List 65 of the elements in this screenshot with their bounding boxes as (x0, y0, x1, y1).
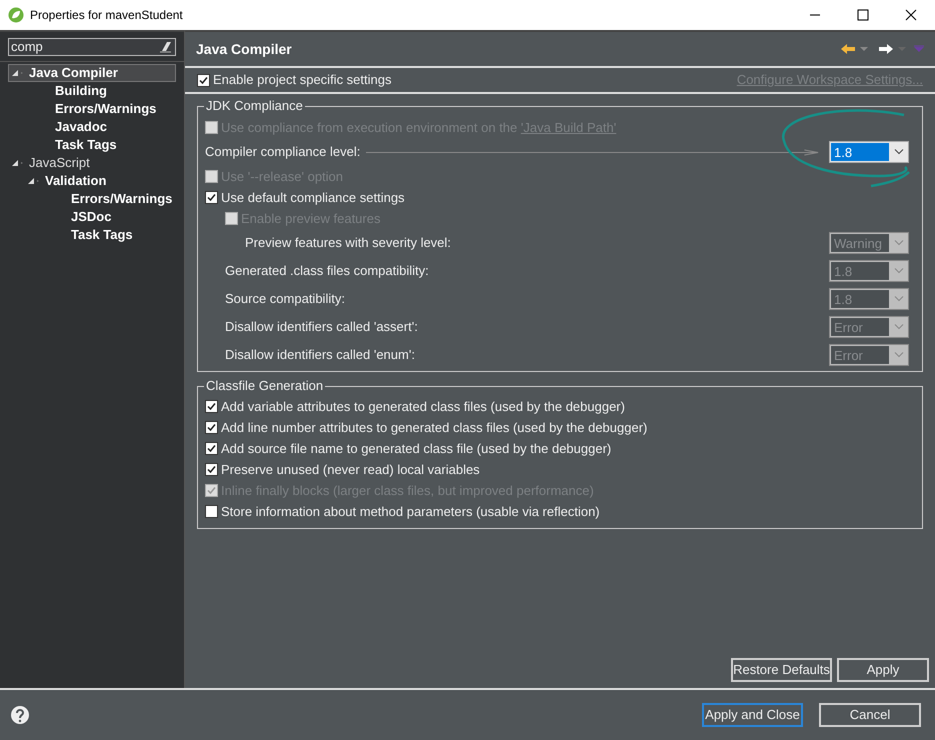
tree-item-label: Building (55, 82, 107, 100)
chevron-down-icon (894, 352, 904, 358)
checkbox-label: Add variable attributes to generated class files (used by the debugger) (221, 398, 625, 416)
field-label: Compiler compliance level: (205, 143, 360, 162)
tree-item-label: Task Tags (71, 226, 133, 244)
back-arrow-icon[interactable] (840, 43, 856, 55)
tree-item-label: Validation (45, 172, 106, 190)
maximize-icon[interactable] (857, 9, 869, 21)
tree-item[interactable]: Javadoc (8, 118, 176, 136)
dropdown[interactable]: 1.8 (829, 141, 909, 163)
close-icon[interactable] (905, 9, 917, 21)
checkbox[interactable] (205, 505, 218, 518)
dialog-button[interactable]: Apply (837, 658, 929, 682)
checkbox[interactable] (205, 442, 218, 455)
expanded-arrow-icon[interactable] (11, 68, 25, 78)
tree-item-label: Errors/Warnings (71, 190, 172, 208)
tree-item-label: Java Compiler (29, 64, 118, 82)
window-title: Properties for mavenStudent (30, 7, 184, 24)
tree-item-label: Javadoc (55, 118, 108, 136)
field-label: Generated .class files compatibility: (225, 262, 429, 280)
field-label: Disallow identifiers called 'assert': (225, 318, 418, 336)
tree-item-label: Task Tags (55, 136, 117, 154)
tree-item[interactable]: JavaScript (8, 154, 176, 172)
tree-item[interactable]: Task Tags (8, 136, 176, 154)
tree-item-label: JSDoc (71, 208, 112, 226)
checkbox[interactable] (205, 421, 218, 434)
leaf-icon (8, 7, 24, 23)
help-icon[interactable] (10, 705, 30, 725)
checkbox-label: Enable project specific settings (213, 71, 392, 90)
tree-item[interactable]: Errors/Warnings (8, 100, 176, 118)
expanded-arrow-icon[interactable] (27, 176, 41, 186)
tree-item[interactable]: Java Compiler (8, 64, 176, 82)
checkbox-label: Store information about method parameters (usable via reflection) (221, 502, 600, 521)
field-label: Preview features with severity level: (245, 234, 451, 252)
dialog-button[interactable]: Cancel (819, 703, 921, 727)
checkbox[interactable] (205, 400, 218, 413)
dialog-button[interactable]: Restore Defaults (731, 658, 832, 682)
page-title: Java Compiler (196, 40, 293, 59)
expanded-arrow-icon[interactable] (11, 158, 25, 168)
chevron-down-icon (894, 324, 904, 330)
checkbox-label: Use default compliance settings (221, 188, 405, 207)
field-label: Disallow identifiers called 'enum': (225, 346, 415, 364)
tree-item-label: JavaScript (29, 154, 90, 172)
tree-item[interactable]: Building (8, 82, 176, 100)
tree-item[interactable]: JSDoc (8, 208, 176, 226)
chevron-down-icon (894, 240, 904, 246)
checkbox-label: Add source file name to generated class file (used by the debugger) (221, 440, 612, 458)
checkbox[interactable] (197, 74, 210, 86)
eraser-icon[interactable] (158, 41, 172, 53)
checkbox[interactable] (205, 191, 218, 204)
search-field[interactable]: comp (8, 38, 176, 56)
chevron-down-icon (894, 296, 904, 302)
chevron-down-icon (894, 268, 904, 274)
chevron-down-icon (894, 149, 904, 155)
checkbox-label: Add line number attributes to generated class files (used by the debugger) (221, 418, 648, 437)
tree-item[interactable]: Validation (8, 172, 176, 190)
group-title: JDK Compliance (204, 98, 305, 114)
field-label: Source compatibility: (225, 290, 345, 308)
tree-item-label: Errors/Warnings (55, 100, 156, 118)
tree-item[interactable]: Task Tags (8, 226, 176, 244)
checkbox[interactable] (205, 463, 218, 476)
dialog-button[interactable]: Apply and Close (702, 703, 803, 727)
tree-item[interactable]: Errors/Warnings (8, 190, 176, 208)
checkbox-label: Preserve unused (never read) local variables (221, 460, 480, 479)
forward-arrow-icon[interactable] (878, 43, 894, 55)
